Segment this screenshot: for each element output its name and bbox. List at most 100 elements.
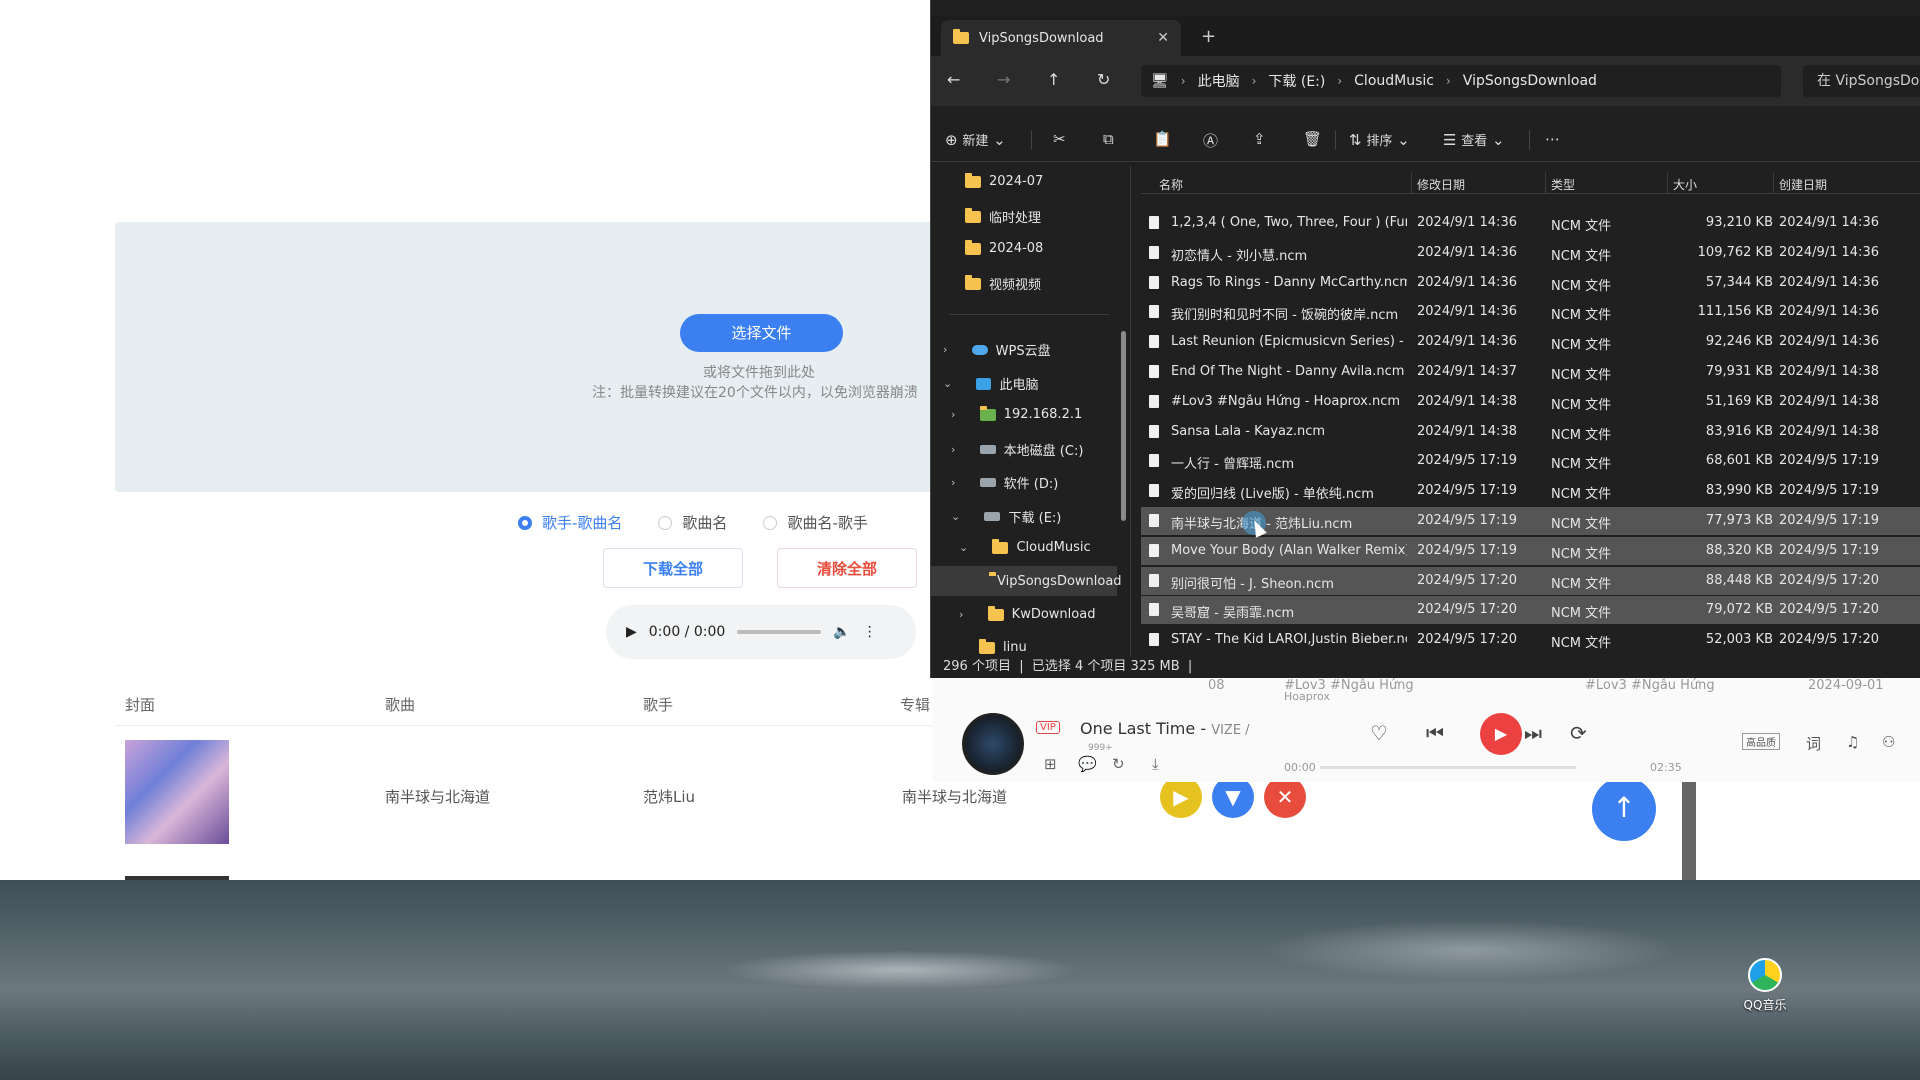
chevron-right-icon[interactable]: › — [951, 443, 955, 456]
nav-vipsongsdownload[interactable]: VipSongsDownload — [931, 566, 1122, 596]
radio-song-artist[interactable]: 歌曲名-歌手 — [763, 512, 868, 533]
chevron-right-icon[interactable]: › — [943, 343, 947, 356]
up-icon[interactable]: ↑ — [1047, 70, 1060, 89]
previous-icon[interactable]: ⏮ — [1426, 721, 1444, 745]
nav-linu[interactable]: linu — [979, 638, 1027, 655]
nav-e-drive[interactable]: ⌄ 下载 (E:) — [951, 507, 1061, 526]
col-modified[interactable]: 修改日期 — [1417, 176, 1465, 193]
volume-icon[interactable]: 🔈 — [833, 624, 850, 640]
next-icon[interactable]: ⏭ — [1524, 721, 1542, 745]
column-divider[interactable] — [1667, 172, 1668, 194]
crumb-vipsongs[interactable]: VipSongsDownload — [1463, 73, 1597, 89]
nav-scrollbar[interactable] — [1121, 331, 1126, 521]
crumb-e-drive[interactable]: 下载 (E:) — [1268, 71, 1325, 91]
progress-bar[interactable] — [1320, 766, 1576, 769]
nav-folder-videos[interactable]: 视频视频 — [965, 274, 1041, 293]
radio-artist-song[interactable]: 歌手-歌曲名 — [518, 512, 622, 533]
crumb-this-pc[interactable]: 此电脑 — [1198, 71, 1240, 91]
nav-network-share[interactable]: › 192.168.2.1 — [951, 405, 1082, 422]
nav-cloudmusic[interactable]: ⌄ CloudMusic — [959, 538, 1091, 555]
scroll-top-button[interactable]: ↑ — [1592, 777, 1656, 841]
file-row[interactable]: End Of The Night - Danny Avila.ncm 2024/9… — [1141, 358, 1920, 386]
file-row[interactable]: 爱的回归线 (Live版) - 单依纯.ncm 2024/9/5 17:19 NCM… — [1141, 477, 1920, 505]
chevron-right-icon[interactable]: › — [951, 476, 955, 489]
comment-icon[interactable]: 💬 — [1078, 755, 1097, 773]
like-icon[interactable]: ♡ — [1370, 721, 1388, 745]
file-row[interactable]: 吴哥窟 - 吴雨霏.ncm 2024/9/5 17:20 NCM 文件 79,072 … — [1141, 596, 1920, 625]
play-icon[interactable]: ▶ — [626, 624, 637, 640]
listen-together-icon[interactable]: ⚇ — [1882, 733, 1895, 751]
nav-c-drive[interactable]: › 本地磁盘 (C:) — [951, 440, 1083, 459]
new-tab-icon[interactable]: + — [1201, 26, 1216, 47]
breadcrumb[interactable]: 🖥 › 此电脑 › 下载 (E:) › CloudMusic › VipSong… — [1141, 65, 1781, 97]
page-scrollbar[interactable] — [1682, 782, 1696, 882]
file-row[interactable]: 我们别时和见时不同 - 饭碗的彼岸.ncm 2024/9/1 14:36 NCM 文… — [1141, 298, 1920, 326]
col-type[interactable]: 类型 — [1551, 176, 1575, 193]
radio-song[interactable]: 歌曲名 — [658, 512, 727, 533]
file-row[interactable]: Sansa Lala - Kayaz.ncm 2024/9/1 14:38 NCM … — [1141, 418, 1920, 446]
chevron-down-icon[interactable]: ⌄ — [951, 510, 960, 523]
file-row[interactable]: #Lov3 #Ngẫu Hứng - Hoaprox.ncm 2024/9/1 1… — [1141, 388, 1920, 416]
new-button[interactable]: ⊕ 新建 ⌄ — [945, 130, 1006, 149]
more-icon[interactable]: ⋮ — [863, 624, 877, 640]
col-size[interactable]: 大小 — [1673, 176, 1697, 193]
download-button[interactable]: ▼ — [1212, 776, 1254, 818]
delete-button[interactable]: ✕ — [1264, 776, 1306, 818]
copy-icon[interactable]: ⧉ — [1103, 130, 1114, 148]
col-created[interactable]: 创建日期 — [1779, 176, 1827, 193]
share-icon[interactable]: ↻ — [1112, 755, 1125, 773]
file-row[interactable]: Rags To Rings - Danny McCarthy.ncm 2024/9… — [1141, 269, 1920, 297]
lyrics-button[interactable]: 词 — [1806, 733, 1821, 754]
download-all-button[interactable]: 下载全部 — [603, 548, 743, 588]
now-playing-title[interactable]: One Last Time - VIZE / — [1080, 719, 1250, 738]
tab-vipsongsdownload[interactable]: VipSongsDownload ✕ — [941, 20, 1181, 56]
now-playing-cover[interactable] — [962, 713, 1024, 775]
chevron-right-icon[interactable]: › — [951, 408, 955, 421]
column-divider[interactable] — [1545, 172, 1546, 194]
rename-icon[interactable]: Ⓐ — [1203, 130, 1218, 151]
sort-button[interactable]: ⇅ 排序 ⌄ — [1349, 130, 1410, 149]
effects-icon[interactable]: ♫ — [1846, 733, 1859, 751]
file-row[interactable]: 初恋情人 - 刘小慧.ncm 2024/9/1 14:36 NCM 文件 109,76… — [1141, 239, 1920, 267]
download-icon[interactable]: ⤓ — [1152, 755, 1159, 773]
file-row[interactable]: 一人行 - 曾辉瑶.ncm 2024/9/5 17:19 NCM 文件 68,601 … — [1141, 447, 1920, 475]
paste-icon[interactable]: 📋 — [1153, 130, 1172, 148]
more-options-icon[interactable]: ⋯ — [1545, 130, 1560, 148]
search-input[interactable]: 在 VipSongsDownload — [1803, 65, 1920, 97]
file-row[interactable]: Last Reunion (Epicmusicvn Series) - Pe..… — [1141, 328, 1920, 356]
forward-icon[interactable]: → — [997, 70, 1010, 89]
nav-folder-2024-08[interactable]: 2024-08 — [965, 239, 1043, 256]
back-icon[interactable]: ← — [947, 70, 960, 89]
nav-wps-cloud[interactable]: › WPS云盘 — [943, 340, 1051, 359]
refresh-icon[interactable]: ↻ — [1097, 70, 1110, 89]
repeat-icon[interactable]: ⟳ — [1570, 721, 1587, 745]
column-divider[interactable] — [1773, 172, 1774, 194]
column-divider[interactable] — [1411, 172, 1412, 194]
nav-folder-temp[interactable]: 临时处理 — [965, 207, 1041, 226]
add-icon[interactable]: ⊞ — [1044, 755, 1057, 773]
nav-kwdownload[interactable]: › KwDownload — [959, 605, 1095, 622]
qq-music-shortcut[interactable]: QQ音乐 — [1740, 958, 1790, 1013]
clear-all-button[interactable]: 清除全部 — [777, 548, 917, 588]
play-button[interactable]: ▶ — [1160, 776, 1202, 818]
chevron-down-icon[interactable]: ⌄ — [943, 377, 952, 390]
col-name[interactable]: 名称 — [1159, 176, 1183, 193]
file-row[interactable]: 别问很可怕 - J. Sheon.ncm 2024/9/5 17:20 NCM 文件… — [1141, 566, 1920, 595]
play-pause-button[interactable]: ▶ — [1480, 713, 1522, 755]
crumb-cloudmusic[interactable]: CloudMusic — [1354, 73, 1434, 89]
share-icon[interactable]: ⇪ — [1253, 130, 1266, 148]
file-row[interactable]: STAY - The Kid LAROI,Justin Bieber.ncm 20… — [1141, 626, 1920, 654]
file-row[interactable]: Move Your Body (Alan Walker Remix) ... 20… — [1141, 536, 1920, 565]
cut-icon[interactable]: ✂ — [1053, 130, 1066, 148]
audio-seek-bar[interactable] — [737, 630, 822, 634]
nav-folder-2024-07[interactable]: 2024-07 — [965, 172, 1043, 189]
quality-badge[interactable]: 高品质 — [1742, 733, 1780, 750]
chevron-down-icon[interactable]: ⌄ — [959, 541, 968, 554]
delete-icon[interactable]: 🗑 — [1303, 130, 1322, 148]
file-row[interactable]: 1,2,3,4 ( One, Two, Three, Four ) (Fun .… — [1141, 209, 1920, 237]
nav-d-drive[interactable]: › 软件 (D:) — [951, 473, 1058, 492]
nav-this-pc[interactable]: ⌄ 此电脑 — [943, 374, 1039, 393]
file-drop-zone[interactable] — [115, 222, 945, 492]
select-file-button[interactable]: 选择文件 — [680, 314, 843, 352]
close-tab-icon[interactable]: ✕ — [1157, 30, 1169, 46]
